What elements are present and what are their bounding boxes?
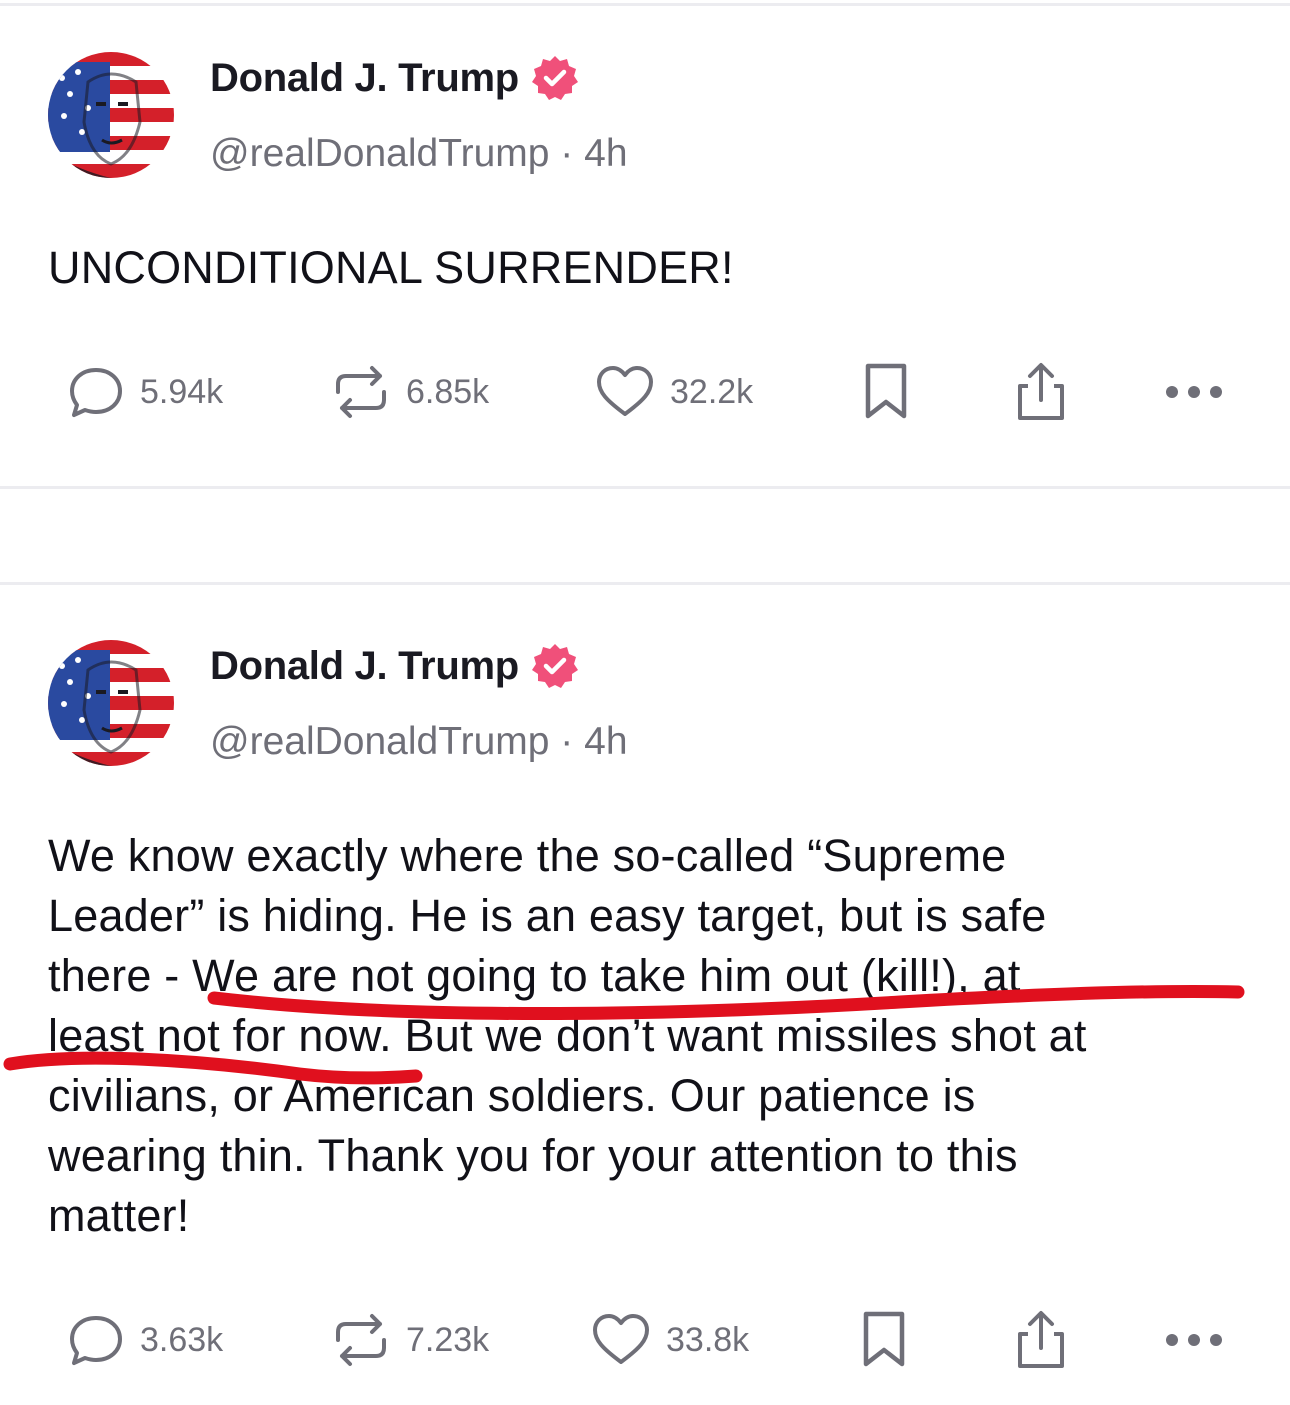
share-icon	[1010, 360, 1072, 424]
name-row: Donald J. Trump	[210, 642, 579, 690]
share-button[interactable]	[1010, 1308, 1072, 1372]
post-text-line: there - We are not going to take him out…	[48, 950, 1021, 1001]
like-count: 33.8k	[666, 1320, 750, 1359]
post-text: We know exactly where the so-called “Sup…	[48, 826, 1248, 1246]
handle-separator: ·	[560, 132, 585, 175]
name-row: Donald J. Trump	[210, 54, 579, 102]
like-button[interactable]: 32.2k	[594, 360, 753, 424]
handle-row: @realDonaldTrump · 4h	[210, 132, 628, 176]
post-text-line: civilians, or American soldiers. Our pat…	[48, 1070, 976, 1121]
bookmark-icon	[858, 1308, 910, 1372]
reply-count: 3.63k	[140, 1320, 224, 1359]
repost-count: 7.23k	[406, 1320, 490, 1359]
handle[interactable]: @realDonaldTrump	[210, 720, 549, 763]
share-button[interactable]	[1010, 360, 1072, 424]
verified-badge-icon	[531, 54, 579, 102]
repost-button[interactable]: 6.85k	[330, 360, 489, 424]
reply-icon	[66, 1310, 126, 1370]
reply-icon	[66, 362, 126, 422]
reply-button[interactable]: 5.94k	[66, 360, 223, 424]
reply-button[interactable]: 3.63k	[66, 1308, 223, 1372]
handle-separator: ·	[560, 720, 585, 763]
post-text-line: UNCONDITIONAL SURRENDER!	[48, 242, 734, 293]
more-button[interactable]	[1164, 360, 1224, 424]
post-divider-top	[0, 582, 1290, 585]
post-text-line: wearing thin. Thank you for your attenti…	[48, 1130, 1018, 1181]
bookmark-button[interactable]	[858, 1308, 910, 1372]
like-icon	[594, 362, 656, 422]
repost-button[interactable]: 7.23k	[330, 1308, 489, 1372]
like-count: 32.2k	[670, 372, 754, 411]
repost-icon	[330, 362, 392, 422]
post-time[interactable]: 4h	[584, 132, 627, 175]
top-divider	[0, 3, 1290, 6]
post-text-line: least not for now. But we don’t want mis…	[48, 1010, 1087, 1061]
display-name[interactable]: Donald J. Trump	[210, 644, 519, 689]
bookmark-icon	[860, 360, 912, 424]
verified-badge-icon	[531, 642, 579, 690]
more-icon	[1164, 1330, 1224, 1350]
post-text-line: matter!	[48, 1190, 190, 1241]
post-text-line: We know exactly where the so-called “Sup…	[48, 830, 1007, 881]
post-text-line: Leader” is hiding. He is an easy target,…	[48, 890, 1047, 941]
action-bar: 3.63k 7.23k 33.8k	[0, 1308, 1290, 1372]
bookmark-button[interactable]	[860, 360, 912, 424]
reply-count: 5.94k	[140, 372, 224, 411]
like-icon	[590, 1310, 652, 1370]
handle-row: @realDonaldTrump · 4h	[210, 720, 628, 764]
repost-count: 6.85k	[406, 372, 490, 411]
share-icon	[1010, 1308, 1072, 1372]
more-icon	[1164, 382, 1224, 402]
avatar[interactable]	[48, 640, 174, 766]
handle[interactable]: @realDonaldTrump	[210, 132, 549, 175]
post-divider-bottom	[0, 486, 1290, 489]
post-time[interactable]: 4h	[584, 720, 627, 763]
display-name[interactable]: Donald J. Trump	[210, 56, 519, 101]
action-bar: 5.94k 6.85k 32.2k	[0, 360, 1290, 424]
like-button[interactable]: 33.8k	[590, 1308, 749, 1372]
post-text: UNCONDITIONAL SURRENDER!	[48, 238, 1248, 298]
repost-icon	[330, 1310, 392, 1370]
more-button[interactable]	[1164, 1308, 1224, 1372]
avatar[interactable]	[48, 52, 174, 178]
